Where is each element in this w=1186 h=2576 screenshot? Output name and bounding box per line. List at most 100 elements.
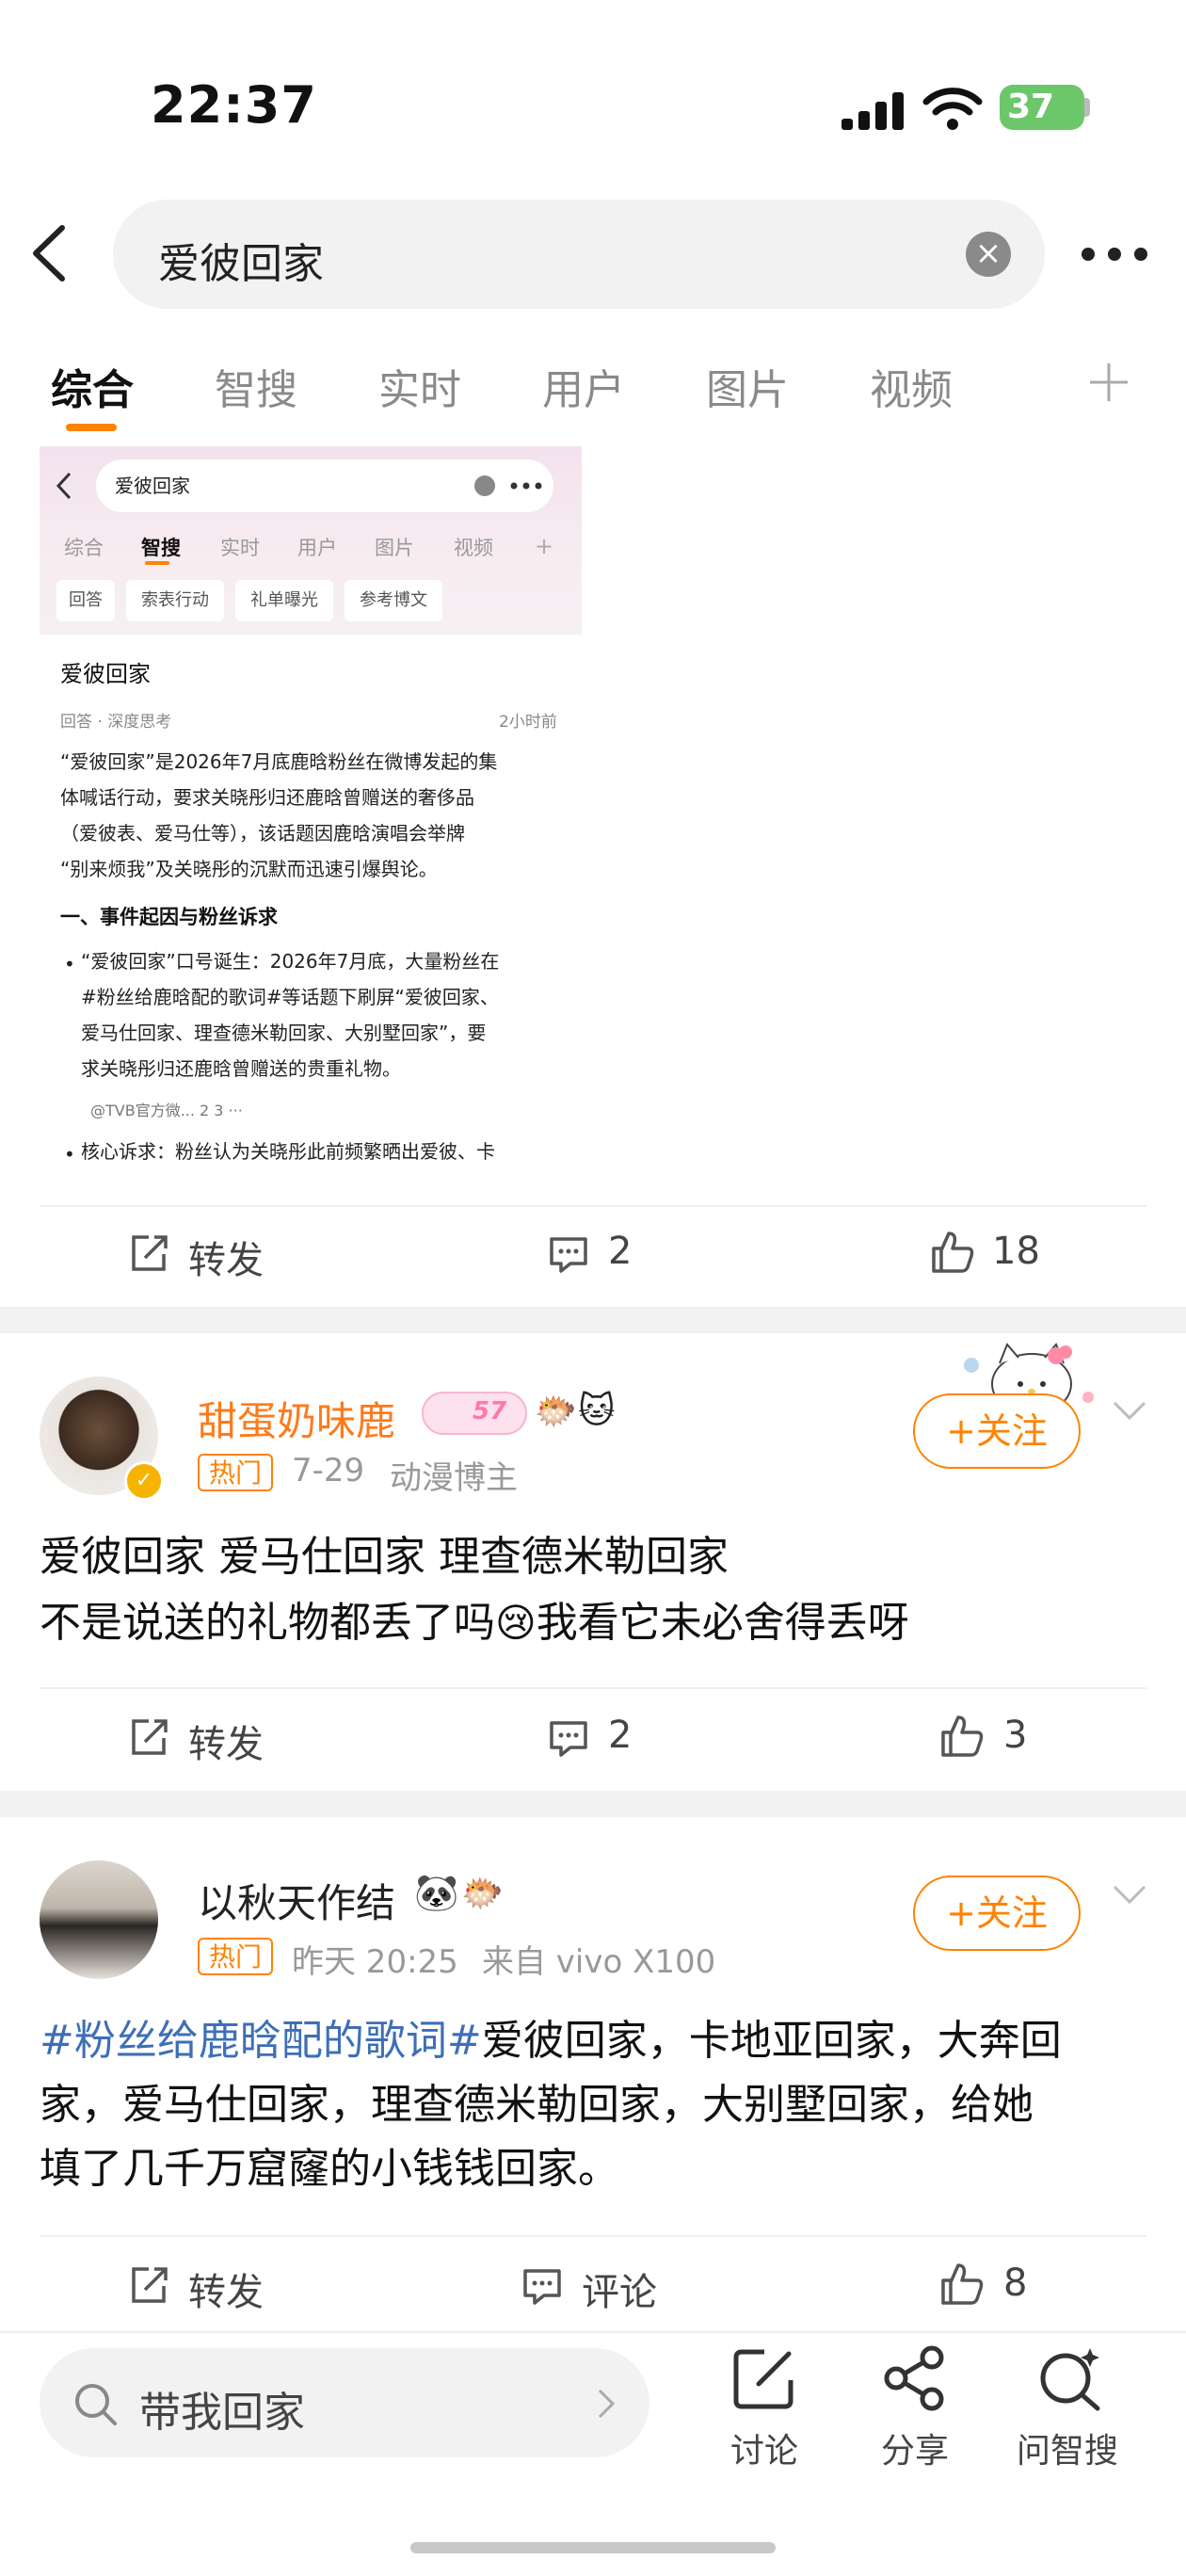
repost-icon[interactable] bbox=[128, 2265, 169, 2307]
ai-search-icon[interactable] bbox=[1035, 2344, 1105, 2412]
image-para-line: （爱彼表、爱马仕等），该话题因鹿晗演唱会举牌 bbox=[60, 822, 465, 845]
add-tab-icon[interactable] bbox=[1088, 362, 1130, 403]
like-count[interactable]: 18 bbox=[992, 1230, 1040, 1273]
home-indicator bbox=[410, 2542, 776, 2553]
like-icon[interactable] bbox=[939, 1714, 985, 1759]
chevron-right-icon bbox=[597, 2388, 616, 2420]
image-clear-icon bbox=[474, 475, 495, 496]
repost-label[interactable]: 转发 bbox=[188, 1230, 264, 1284]
panda-emoji-icon: 🐼 bbox=[414, 1872, 459, 1913]
post-text-segment: 我看它未必舍得丢呀 bbox=[536, 1599, 909, 1647]
image-bullet-line: “爱彼回家”口号诞生：2026年7月底，大量粉丝在 bbox=[81, 950, 500, 973]
comment-icon[interactable] bbox=[548, 1717, 589, 1759]
back-icon[interactable] bbox=[28, 222, 70, 284]
battery-level: 37 bbox=[1007, 88, 1055, 126]
comment-label[interactable]: 评论 bbox=[582, 2262, 657, 2316]
avatar[interactable] bbox=[40, 1860, 158, 1979]
battery-tip bbox=[1084, 98, 1090, 117]
clear-search-icon[interactable]: × bbox=[966, 232, 1011, 277]
comment-count[interactable]: 2 bbox=[608, 1714, 632, 1757]
image-citations: @TVB官方微... 2 3 ··· bbox=[90, 1102, 243, 1119]
like-count[interactable]: 3 bbox=[1003, 1714, 1027, 1757]
tab-videos[interactable]: 视频 bbox=[870, 356, 953, 416]
tab-smart-search[interactable]: 智搜 bbox=[215, 356, 297, 416]
post-text-line: 不是说送的礼物都丢了吗😢我看它未必舍得丢呀 bbox=[40, 1591, 1150, 1655]
post-text-segment: 爱彼回家，卡地亚回家，大奔回 bbox=[481, 2017, 1062, 2065]
divider bbox=[40, 2235, 1146, 2237]
image-tab: 智搜 bbox=[141, 537, 181, 559]
search-icon bbox=[73, 2382, 119, 2427]
tab-comprehensive[interactable]: 综合 bbox=[51, 356, 134, 416]
repost-icon[interactable] bbox=[128, 1717, 169, 1759]
like-icon[interactable] bbox=[930, 1230, 975, 1275]
like-count[interactable]: 8 bbox=[1003, 2262, 1027, 2305]
comment-count[interactable]: 2 bbox=[608, 1230, 632, 1273]
divider bbox=[40, 1687, 1146, 1689]
username[interactable]: 甜蛋奶味鹿 bbox=[198, 1390, 395, 1447]
image-bullet-dot: • bbox=[64, 1143, 75, 1166]
image-bullet-line: 爱马仕回家、理查德米勒回家、大别墅回家”，要 bbox=[81, 1022, 487, 1044]
verified-badge-icon: ✓ bbox=[124, 1461, 164, 1501]
author-role: 动漫博主 bbox=[390, 1459, 518, 1497]
follow-button[interactable]: +关注 bbox=[913, 1876, 1081, 1951]
fish-emoji-icon: 🐡 bbox=[461, 1875, 504, 1913]
image-para-line: 体喊话行动，要求关晓彤归还鹿晗曾赠送的奢侈品 bbox=[60, 786, 474, 809]
image-tab: 综合 bbox=[64, 537, 104, 559]
image-bullet-line: #粉丝给鹿晗配的歌词#等话题下刷屏“爱彼回家、 bbox=[81, 986, 499, 1008]
image-answer-title: 爱彼回家 bbox=[60, 661, 151, 687]
image-answer-meta: 回答 · 深度思考 bbox=[60, 713, 172, 732]
post-text-line: #粉丝给鹿晗配的歌词#爱彼回家，卡地亚回家，大奔回 bbox=[40, 2009, 1150, 2073]
share-label[interactable]: 分享 bbox=[881, 2423, 949, 2472]
share-icon[interactable] bbox=[881, 2344, 951, 2412]
image-section-heading: 一、事件起因与粉丝诉求 bbox=[60, 906, 278, 928]
hot-badge: 热门 bbox=[198, 1454, 273, 1491]
tab-users[interactable]: 用户 bbox=[542, 356, 625, 416]
chevron-down-icon[interactable] bbox=[1111, 1883, 1148, 1906]
image-chip: 礼单曝光 bbox=[235, 580, 333, 621]
repost-label[interactable]: 转发 bbox=[188, 2262, 264, 2316]
image-bullet-line: 核心诉求：粉丝认为关晓彤此前频繁晒出爱彼、卡 bbox=[81, 1140, 495, 1163]
discuss-label[interactable]: 讨论 bbox=[730, 2423, 798, 2472]
tab-realtime[interactable]: 实时 bbox=[378, 356, 461, 416]
repost-label[interactable]: 转发 bbox=[188, 1714, 264, 1768]
image-chip: 参考博文 bbox=[345, 580, 442, 621]
hot-badge: 热门 bbox=[198, 1938, 273, 1975]
post-time: 昨天 20:25 bbox=[292, 1943, 458, 1981]
post-text-line: 爱彼回家 爱马仕回家 理查德米勒回家 bbox=[40, 1533, 729, 1581]
signal-icon bbox=[841, 90, 907, 132]
post-text-segment: 不是说送的礼物都丢了吗 bbox=[40, 1599, 495, 1647]
follow-button[interactable]: +关注 bbox=[913, 1393, 1081, 1469]
image-tab: 用户 bbox=[297, 537, 337, 559]
repost-icon[interactable] bbox=[128, 1233, 169, 1275]
bottom-search-placeholder[interactable]: 带我回家 bbox=[139, 2378, 305, 2439]
image-back-icon bbox=[55, 471, 73, 501]
topic-hashtag-link: #粉丝给鹿晗配的歌词# bbox=[40, 2017, 482, 2065]
crying-emoji-icon: 😢 bbox=[495, 1600, 537, 1646]
post-separator bbox=[0, 1791, 1186, 1817]
post-image[interactable]: 爱彼回家 综合 智搜 实时 用户 图片 视频 + 回答 索表行动 礼单曝光 参考… bbox=[40, 446, 582, 1177]
comment-icon[interactable] bbox=[521, 2265, 563, 2307]
fish-emoji-icon: 🐡 bbox=[535, 1393, 577, 1431]
member-level-badge: 57 bbox=[422, 1392, 527, 1435]
image-tab-indicator bbox=[145, 561, 169, 565]
image-add-tab-icon: + bbox=[535, 533, 554, 559]
tab-images[interactable]: 图片 bbox=[706, 356, 789, 416]
chevron-down-icon[interactable] bbox=[1111, 1399, 1148, 1422]
image-tab: 视频 bbox=[454, 537, 493, 559]
image-para-line: “别来烦我”及关晓彤的沉默而迅速引爆舆论。 bbox=[60, 858, 438, 880]
active-tab-indicator bbox=[66, 424, 117, 431]
post-text-line: 填了几千万窟窿的小钱钱回家。 bbox=[40, 2145, 619, 2193]
bottom-search-input[interactable] bbox=[40, 2348, 649, 2457]
image-tab: 图片 bbox=[375, 537, 414, 559]
battery-icon: 37 bbox=[1000, 85, 1084, 130]
more-icon[interactable] bbox=[1081, 247, 1148, 262]
image-answer-time: 2小时前 bbox=[499, 713, 557, 732]
like-icon[interactable] bbox=[939, 2262, 985, 2307]
divider bbox=[40, 1205, 1146, 1207]
comment-icon[interactable] bbox=[548, 1233, 589, 1275]
search-query[interactable]: 爱彼回家 bbox=[158, 230, 324, 290]
post-date: 7-29 bbox=[292, 1452, 365, 1489]
discuss-icon[interactable] bbox=[730, 2344, 798, 2412]
ask-smart-search-label[interactable]: 问智搜 bbox=[1017, 2423, 1118, 2472]
username[interactable]: 以秋天作结 bbox=[198, 1872, 395, 1929]
